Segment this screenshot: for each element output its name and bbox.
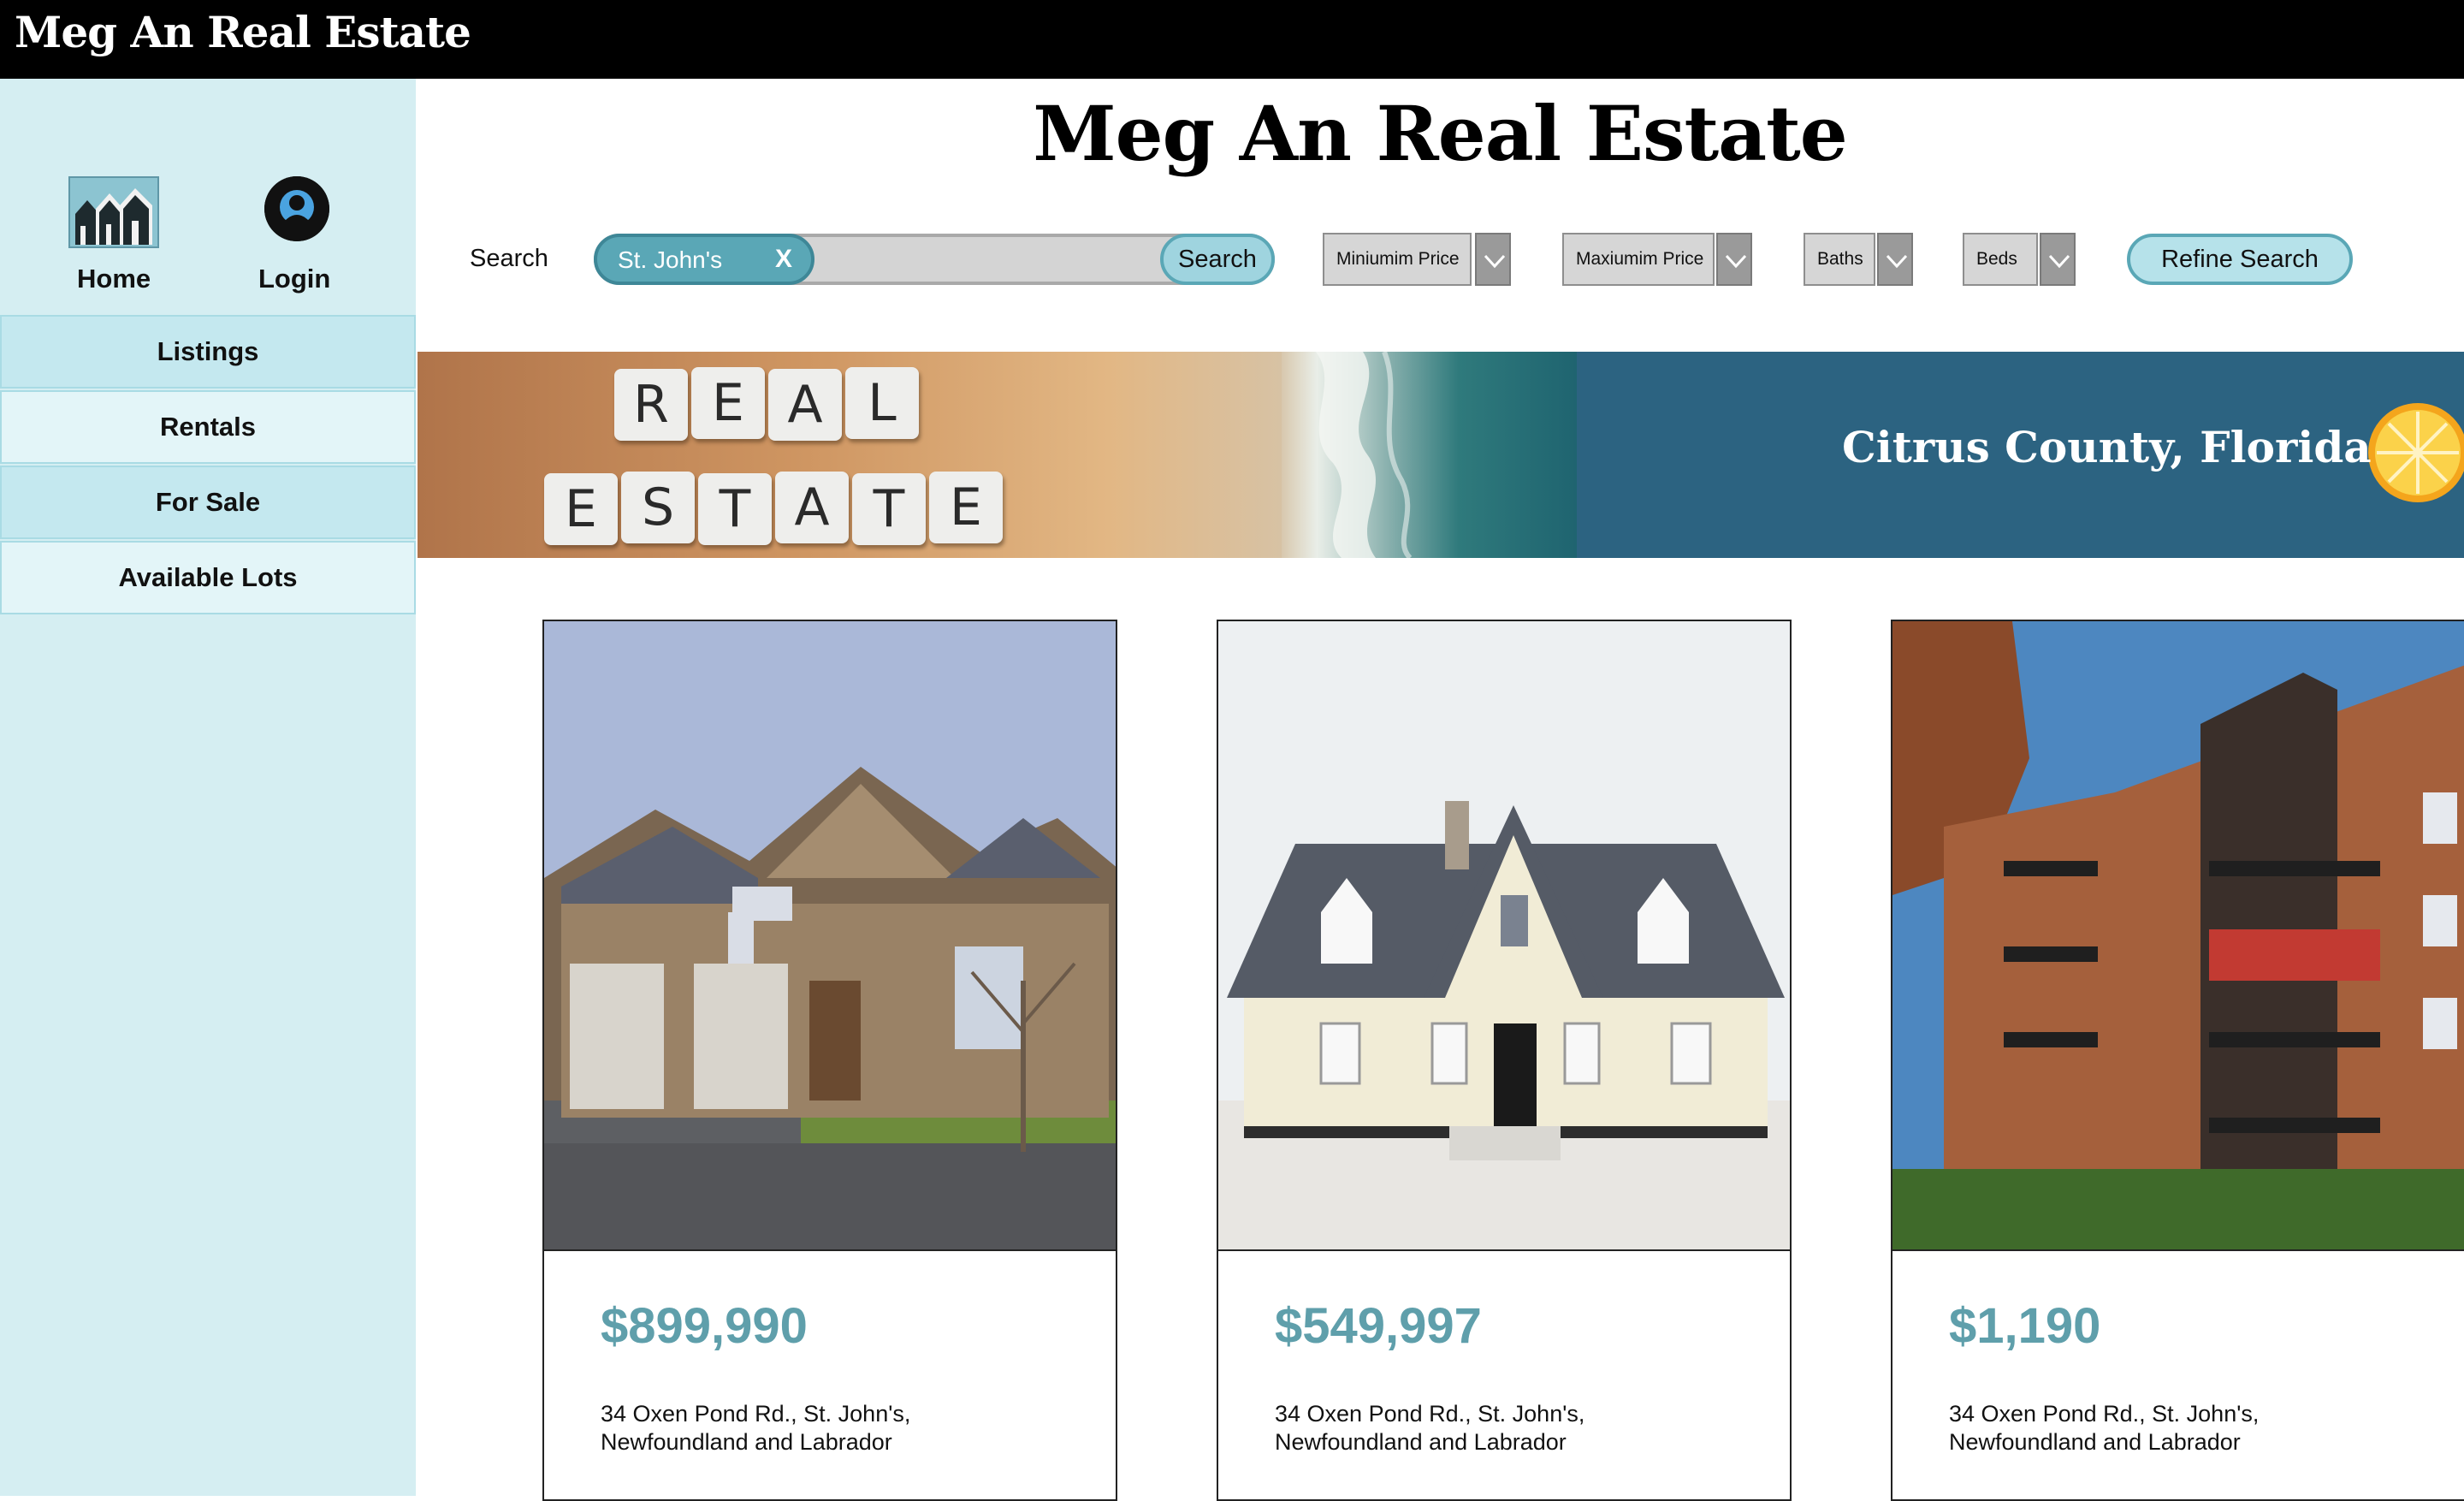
chevron-down-icon[interactable] xyxy=(2040,233,2076,286)
banner-caption: Citrus County, Florida xyxy=(1842,422,2372,472)
tile-letter: T xyxy=(698,473,772,545)
chevron-down-icon[interactable] xyxy=(1716,233,1752,286)
tile-letter: E xyxy=(929,472,1003,543)
banner-beach-image xyxy=(1282,352,1577,558)
top-bar: Meg An Real Estate xyxy=(0,0,2464,79)
hero-banner: Citrus County, Florida R E A L E S T A T… xyxy=(418,352,2464,558)
max-price-select[interactable]: Maxiumim Price xyxy=(1562,233,1715,286)
search-chip-text: St. John's xyxy=(618,246,723,273)
listing-price: $899,990 xyxy=(601,1298,808,1354)
chevron-down-icon[interactable] xyxy=(1475,233,1511,286)
sidebar: Home Login Listings Rentals For Sale Ava… xyxy=(0,79,416,1496)
page-title: Meg An Real Estate xyxy=(1033,89,1848,178)
address-line: Newfoundland and Labrador xyxy=(1275,1429,1567,1455)
address-line: 34 Oxen Pond Rd., St. John's, xyxy=(1275,1401,1585,1427)
listing-card[interactable]: $899,990 34 Oxen Pond Rd., St. John's, N… xyxy=(542,620,1117,1501)
tile-letter: S xyxy=(621,472,695,543)
listing-address: 34 Oxen Pond Rd., St. John's, Newfoundla… xyxy=(1949,1400,2428,1457)
brand-logo-text[interactable]: Meg An Real Estate xyxy=(15,7,471,57)
listing-photo[interactable] xyxy=(1892,621,2464,1251)
listing-address: 34 Oxen Pond Rd., St. John's, Newfoundla… xyxy=(601,1400,1080,1457)
login-link[interactable]: Login xyxy=(258,264,330,294)
orange-slice-icon xyxy=(2368,403,2464,502)
tile-letter: A xyxy=(768,369,842,441)
home-link[interactable]: Home xyxy=(77,264,151,294)
address-line: Newfoundland and Labrador xyxy=(601,1429,892,1455)
listing-price: $549,997 xyxy=(1275,1298,1482,1354)
address-line: Newfoundland and Labrador xyxy=(1949,1429,2241,1455)
baths-select[interactable]: Baths xyxy=(1804,233,1875,286)
listing-address: 34 Oxen Pond Rd., St. John's, Newfoundla… xyxy=(1275,1400,1754,1457)
chevron-down-icon[interactable] xyxy=(1877,233,1913,286)
sidebar-item-for-sale[interactable]: For Sale xyxy=(0,466,416,539)
listing-card[interactable]: $1,190 34 Oxen Pond Rd., St. John's, New… xyxy=(1891,620,2464,1501)
search-filter-chip[interactable]: St. John's X xyxy=(594,234,814,285)
listing-card[interactable]: $549,997 34 Oxen Pond Rd., St. John's, N… xyxy=(1217,620,1792,1501)
listing-photo[interactable] xyxy=(544,621,1116,1251)
tile-letter: A xyxy=(775,472,849,543)
sidebar-item-available-lots[interactable]: Available Lots xyxy=(0,541,416,614)
tile-letter: L xyxy=(845,367,919,439)
search-label: Search xyxy=(470,245,548,272)
tile-letter: R xyxy=(614,369,688,441)
tile-letter: E xyxy=(544,473,618,545)
search-button[interactable]: Search xyxy=(1160,234,1275,285)
tile-letter: E xyxy=(691,367,765,439)
beds-select[interactable]: Beds xyxy=(1963,233,2038,286)
refine-search-button[interactable]: Refine Search xyxy=(2127,234,2353,285)
address-line: 34 Oxen Pond Rd., St. John's, xyxy=(601,1401,911,1427)
min-price-select[interactable]: Miniumim Price xyxy=(1323,233,1472,286)
sidebar-item-listings[interactable]: Listings xyxy=(0,315,416,389)
listing-price: $1,190 xyxy=(1949,1298,2101,1354)
clear-chip-button[interactable]: X xyxy=(775,245,792,274)
sidebar-item-rentals[interactable]: Rentals xyxy=(0,390,416,464)
tile-letter: T xyxy=(852,473,926,545)
listing-photo[interactable] xyxy=(1218,621,1790,1251)
address-line: 34 Oxen Pond Rd., St. John's, xyxy=(1949,1401,2260,1427)
home-icon[interactable] xyxy=(68,176,159,248)
login-avatar-icon[interactable] xyxy=(264,176,329,241)
